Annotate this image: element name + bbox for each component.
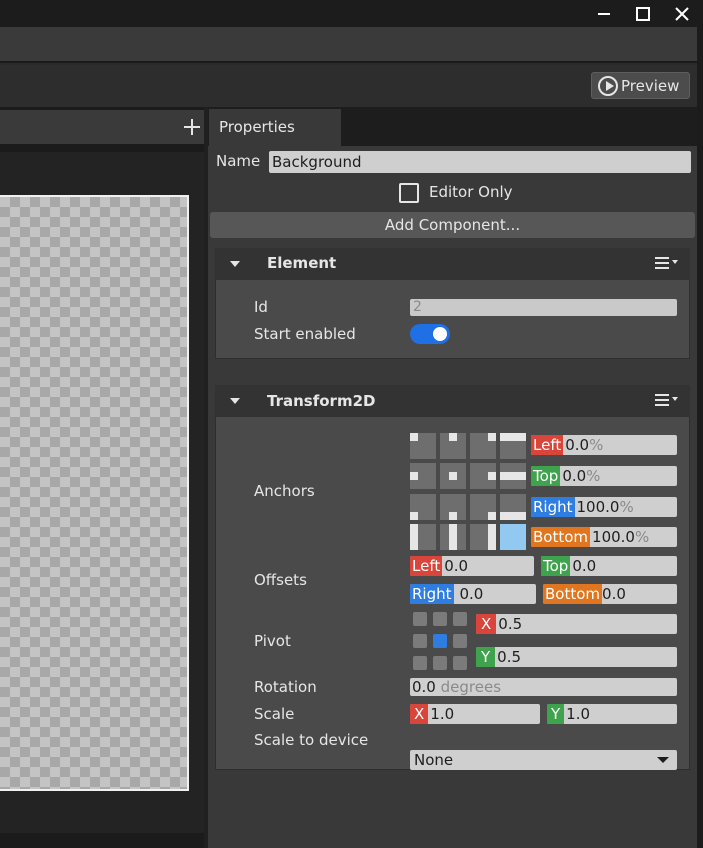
tab-properties[interactable]: Properties xyxy=(209,109,341,146)
canvas-preview[interactable] xyxy=(0,195,189,791)
section-menu-icon[interactable] xyxy=(654,393,680,409)
transform-section-title: Transform2D xyxy=(267,392,376,410)
anchor-right-field[interactable]: Right 100.0% xyxy=(531,497,677,517)
scale-x-field[interactable]: X 1.0 xyxy=(410,704,540,724)
plus-icon[interactable] xyxy=(180,112,204,142)
editor-only-checkbox[interactable] xyxy=(399,183,419,203)
scale-to-device-label: Scale to device xyxy=(254,731,369,749)
scale-label: Scale xyxy=(254,705,295,723)
menu-bar xyxy=(0,27,697,63)
anchor-left-tag: Left xyxy=(531,435,564,455)
pivot-x-tag: X xyxy=(476,614,497,634)
offset-right-tag: Right xyxy=(410,584,454,604)
scale-y-value: 1.0 xyxy=(566,705,591,723)
rotation-unit: degrees xyxy=(440,678,502,696)
rotation-label: Rotation xyxy=(254,678,317,696)
minimize-icon[interactable] xyxy=(586,0,622,27)
anchor-bottom-field[interactable]: Bottom 100.0% xyxy=(531,527,677,547)
id-label: Id xyxy=(254,298,268,316)
close-icon[interactable] xyxy=(664,0,700,27)
window-edge xyxy=(697,27,703,848)
start-enabled-label: Start enabled xyxy=(254,325,356,343)
scale-y-tag: Y xyxy=(547,704,565,724)
preview-label: Preview xyxy=(621,76,680,95)
offsets-label: Offsets xyxy=(254,571,307,589)
add-component-label: Add Component... xyxy=(384,216,521,234)
anchor-left-value: 0.0 xyxy=(565,436,590,454)
anchor-top-tag: Top xyxy=(531,466,561,486)
offset-bottom-field[interactable]: Bottom 0.0 xyxy=(543,584,677,604)
anchor-left-field[interactable]: Left 0.0% xyxy=(531,435,677,455)
rotation-value: 0.0 xyxy=(412,678,436,696)
preview-button[interactable]: Preview xyxy=(591,72,690,99)
offset-bottom-tag: Bottom xyxy=(543,584,603,604)
anchor-bottom-tag: Bottom xyxy=(531,527,591,547)
section-menu-icon[interactable] xyxy=(654,256,680,272)
offset-top-tag: Top xyxy=(541,556,571,576)
offset-left-value: 0.0 xyxy=(444,557,469,575)
pivot-y-tag: Y xyxy=(476,647,496,667)
offset-bottom-value: 0.0 xyxy=(602,585,626,603)
anchor-right-unit: % xyxy=(619,498,634,516)
pivot-y-value: 0.5 xyxy=(497,648,522,666)
anchors-label: Anchors xyxy=(254,482,315,500)
editor-only-label: Editor Only xyxy=(429,183,513,201)
pivot-label: Pivot xyxy=(254,632,291,650)
anchor-right-value: 100.0 xyxy=(576,498,620,516)
anchor-bottom-unit: % xyxy=(634,528,650,546)
offset-right-value: 0.0 xyxy=(459,585,484,603)
name-label: Name xyxy=(216,152,261,170)
anchor-top-value: 0.0 xyxy=(562,467,587,485)
anchor-preset-grid[interactable] xyxy=(410,433,526,550)
pivot-preset-grid[interactable] xyxy=(413,612,467,670)
offset-left-tag: Left xyxy=(410,556,443,576)
id-field: 2 xyxy=(410,299,677,316)
scale-to-device-select[interactable]: None xyxy=(410,750,677,770)
anchor-left-unit: % xyxy=(589,436,604,454)
anchor-top-unit: % xyxy=(586,467,601,485)
element-section-title: Element xyxy=(267,254,337,272)
scale-x-value: 1.0 xyxy=(430,705,455,723)
anchor-top-field[interactable]: Top 0.0% xyxy=(531,466,677,486)
scale-to-device-value: None xyxy=(414,751,454,769)
collapse-icon[interactable] xyxy=(230,261,240,267)
anchor-bottom-value: 100.0 xyxy=(592,528,635,546)
maximize-icon[interactable] xyxy=(625,0,661,27)
scale-x-tag: X xyxy=(410,704,429,724)
offset-left-field[interactable]: Left 0.0 xyxy=(410,556,534,576)
offset-top-value: 0.0 xyxy=(572,557,597,575)
add-component-button[interactable]: Add Component... xyxy=(210,212,695,238)
collapse-icon[interactable] xyxy=(230,398,240,404)
chevron-down-icon xyxy=(657,757,669,763)
scene-tab-bar xyxy=(0,110,205,144)
name-field[interactable]: Background xyxy=(269,151,691,173)
offset-right-field[interactable]: Right 0.0 xyxy=(410,584,536,604)
scale-y-field[interactable]: Y 1.0 xyxy=(547,704,677,724)
pivot-x-value: 0.5 xyxy=(498,615,523,633)
play-icon xyxy=(598,75,618,96)
rotation-field[interactable]: 0.0 degrees xyxy=(410,678,677,696)
pivot-y-field[interactable]: Y 0.5 xyxy=(476,647,677,667)
offset-top-field[interactable]: Top 0.0 xyxy=(541,556,677,576)
anchor-right-tag: Right xyxy=(531,497,575,517)
start-enabled-toggle[interactable] xyxy=(410,324,450,344)
pivot-x-field[interactable]: X 0.5 xyxy=(476,614,677,634)
